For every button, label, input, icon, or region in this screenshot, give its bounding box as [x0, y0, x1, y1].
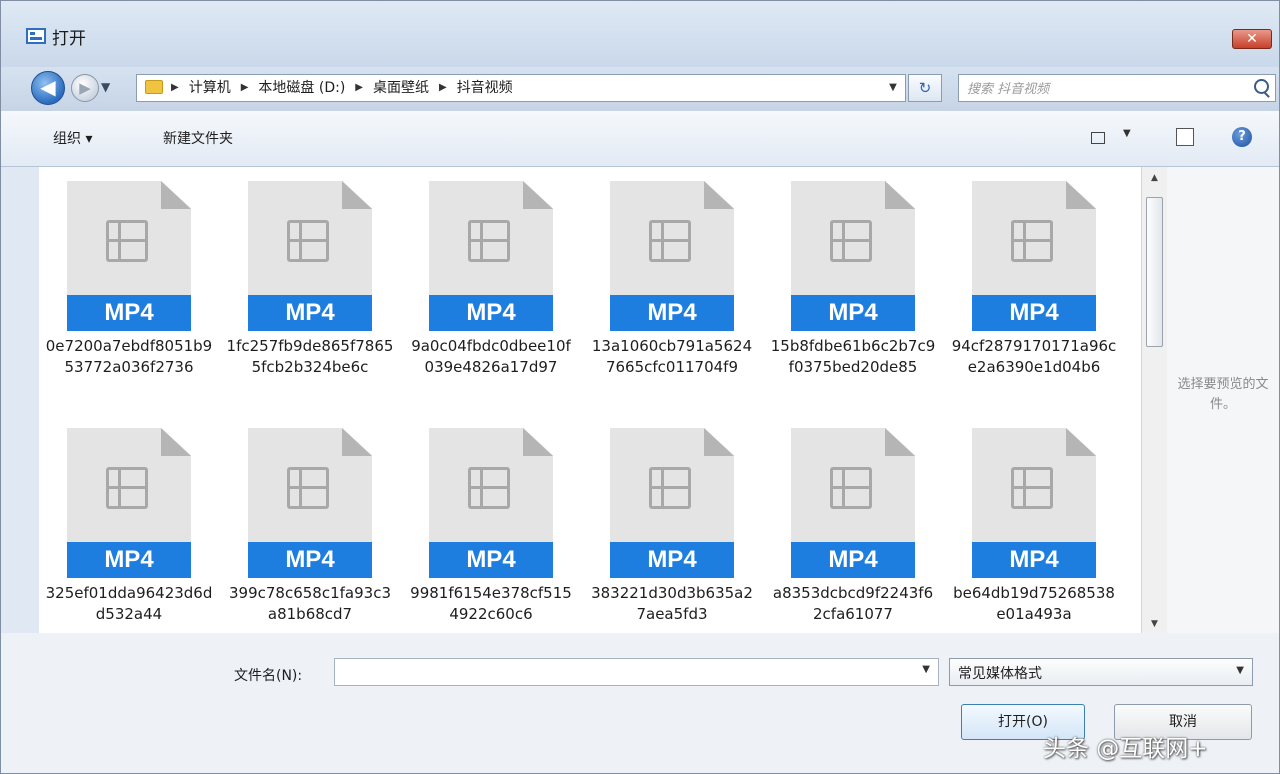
- search-input[interactable]: [965, 78, 1239, 100]
- title-bar: 打开 ✕: [1, 1, 1279, 67]
- film-icon: [649, 220, 691, 262]
- file-name: 1fc257fb9de865f78655fcb2b324be6c: [226, 337, 394, 376]
- file-item[interactable]: MP4 399c78c658c1fa93c3a81b68cd7: [220, 414, 400, 633]
- file-type-badge: MP4: [610, 295, 734, 331]
- film-icon: [287, 220, 329, 262]
- film-icon: [468, 467, 510, 509]
- scroll-thumb[interactable]: [1146, 197, 1163, 347]
- breadcrumb-local-disk[interactable]: 本地磁盘 (D:): [258, 75, 345, 101]
- window-title: 打开: [52, 29, 86, 49]
- film-icon: [1011, 467, 1053, 509]
- file-list: MP4 0e7200a7ebdf8051b953772a036f2736 MP4…: [39, 167, 1141, 633]
- search-icon[interactable]: [1254, 79, 1269, 94]
- file-type-badge: MP4: [791, 542, 915, 578]
- recent-pages-dropdown-icon[interactable]: ▼: [101, 80, 110, 94]
- vertical-scrollbar[interactable]: ▲ ▼: [1141, 167, 1167, 633]
- window-icon: [26, 28, 46, 44]
- file-name: be64db19d75268538e01a493a: [953, 584, 1115, 623]
- film-icon: [830, 220, 872, 262]
- forward-button[interactable]: ▶: [71, 74, 99, 102]
- file-item[interactable]: MP4 a8353dcbcd9f2243f62cfa61077: [763, 414, 943, 633]
- file-item[interactable]: MP4 15b8fdbe61b6c2b7c9f0375bed20de85: [763, 167, 943, 412]
- file-type-badge: MP4: [610, 542, 734, 578]
- file-name: 9a0c04fbdc0dbee10f039e4826a17d97: [411, 337, 571, 376]
- change-view-icon[interactable]: [1091, 132, 1105, 144]
- close-button[interactable]: ✕: [1232, 29, 1272, 49]
- file-type-badge: MP4: [248, 295, 372, 331]
- file-type-badge: MP4: [791, 295, 915, 331]
- film-icon: [287, 467, 329, 509]
- file-name: 399c78c658c1fa93c3a81b68cd7: [229, 584, 391, 623]
- address-bar[interactable]: ▶ 计算机 ▶ 本地磁盘 (D:) ▶ 桌面壁纸 ▶ 抖音视频 ▼: [136, 74, 906, 102]
- address-dropdown-icon[interactable]: ▼: [882, 75, 904, 101]
- file-item[interactable]: MP4 325ef01dda96423d6dd532a44: [39, 414, 219, 633]
- dialog-footer: 文件名(N): ▼ 常见媒体格式 ▼ 打开(O) 取消 头条 @互联网+: [1, 633, 1279, 773]
- view-options-dropdown-icon[interactable]: ▼: [1123, 128, 1131, 139]
- file-type-badge: MP4: [429, 542, 553, 578]
- breadcrumb-wallpapers[interactable]: 桌面壁纸: [373, 75, 429, 101]
- back-button[interactable]: ◀: [31, 71, 65, 105]
- breadcrumb: ▶ 计算机 ▶ 本地磁盘 (D:) ▶ 桌面壁纸 ▶ 抖音视频: [171, 75, 513, 101]
- breadcrumb-computer[interactable]: 计算机: [189, 75, 231, 101]
- file-name: 383221d30d3b635a27aea5fd3: [591, 584, 753, 623]
- file-type-badge: MP4: [972, 542, 1096, 578]
- file-type-value: 常见媒体格式: [958, 666, 1042, 682]
- preview-placeholder: 选择要预览的文件。: [1177, 377, 1269, 412]
- preview-pane-icon[interactable]: [1176, 128, 1194, 146]
- file-item[interactable]: MP4 383221d30d3b635a27aea5fd3: [582, 414, 762, 633]
- chevron-right-icon[interactable]: ▶: [355, 75, 363, 101]
- file-item[interactable]: MP4 94cf2879170171a96ce2a6390e1d04b6: [944, 167, 1124, 412]
- file-name: 325ef01dda96423d6dd532a44: [45, 584, 213, 623]
- file-name: 94cf2879170171a96ce2a6390e1d04b6: [951, 337, 1117, 376]
- search-box[interactable]: [958, 74, 1276, 102]
- chevron-down-icon[interactable]: ▼: [1236, 665, 1244, 676]
- film-icon: [830, 467, 872, 509]
- file-item[interactable]: MP4 9a0c04fbdc0dbee10f039e4826a17d97: [401, 167, 581, 412]
- file-type-badge: MP4: [67, 542, 191, 578]
- file-type-badge: MP4: [972, 295, 1096, 331]
- breadcrumb-douyin-videos[interactable]: 抖音视频: [457, 75, 513, 101]
- file-item[interactable]: MP4 1fc257fb9de865f78655fcb2b324be6c: [220, 167, 400, 412]
- film-icon: [106, 467, 148, 509]
- organize-button[interactable]: 组织 ▾: [53, 128, 92, 148]
- folder-icon: [145, 80, 163, 94]
- file-name: 15b8fdbe61b6c2b7c9f0375bed20de85: [770, 337, 936, 376]
- command-toolbar: 组织 ▾ 新建文件夹 ▼ ?: [1, 111, 1279, 167]
- watermark: 头条 @互联网+: [1043, 736, 1208, 762]
- file-type-badge: MP4: [67, 295, 191, 331]
- file-name: a8353dcbcd9f2243f62cfa61077: [772, 584, 934, 623]
- help-icon[interactable]: ?: [1232, 127, 1252, 147]
- file-item[interactable]: MP4 be64db19d75268538e01a493a: [944, 414, 1124, 633]
- chevron-right-icon[interactable]: ▶: [171, 75, 179, 101]
- preview-pane: 选择要预览的文件。: [1167, 167, 1279, 633]
- file-type-select[interactable]: 常见媒体格式 ▼: [949, 658, 1253, 686]
- film-icon: [106, 220, 148, 262]
- filename-input[interactable]: ▼: [334, 658, 939, 686]
- file-type-badge: MP4: [248, 542, 372, 578]
- chevron-right-icon[interactable]: ▶: [439, 75, 447, 101]
- film-icon: [1011, 220, 1053, 262]
- new-folder-button[interactable]: 新建文件夹: [163, 128, 233, 148]
- film-icon: [649, 467, 691, 509]
- file-item[interactable]: MP4 13a1060cb791a56247665cfc011704f9: [582, 167, 762, 412]
- filename-label: 文件名(N):: [234, 668, 303, 684]
- filename-dropdown-icon[interactable]: ▼: [922, 664, 930, 675]
- open-file-dialog: 打开 ✕ ◀ ▶ ▼ ▶ 计算机 ▶ 本地磁盘 (D:) ▶ 桌面壁纸 ▶ 抖音…: [0, 0, 1280, 774]
- navigation-bar: ◀ ▶ ▼ ▶ 计算机 ▶ 本地磁盘 (D:) ▶ 桌面壁纸 ▶ 抖音视频 ▼ …: [1, 67, 1279, 111]
- chevron-right-icon[interactable]: ▶: [241, 75, 249, 101]
- scroll-up-arrow-icon[interactable]: ▲: [1151, 173, 1158, 183]
- scroll-down-arrow-icon[interactable]: ▼: [1151, 619, 1158, 629]
- film-icon: [468, 220, 510, 262]
- file-item[interactable]: MP4 0e7200a7ebdf8051b953772a036f2736: [39, 167, 219, 412]
- file-name: 13a1060cb791a56247665cfc011704f9: [591, 337, 753, 376]
- file-item[interactable]: MP4 9981f6154e378cf5154922c60c6: [401, 414, 581, 633]
- file-name: 0e7200a7ebdf8051b953772a036f2736: [45, 337, 213, 376]
- refresh-button[interactable]: ↻: [908, 74, 942, 102]
- file-name: 9981f6154e378cf5154922c60c6: [410, 584, 572, 623]
- file-type-badge: MP4: [429, 295, 553, 331]
